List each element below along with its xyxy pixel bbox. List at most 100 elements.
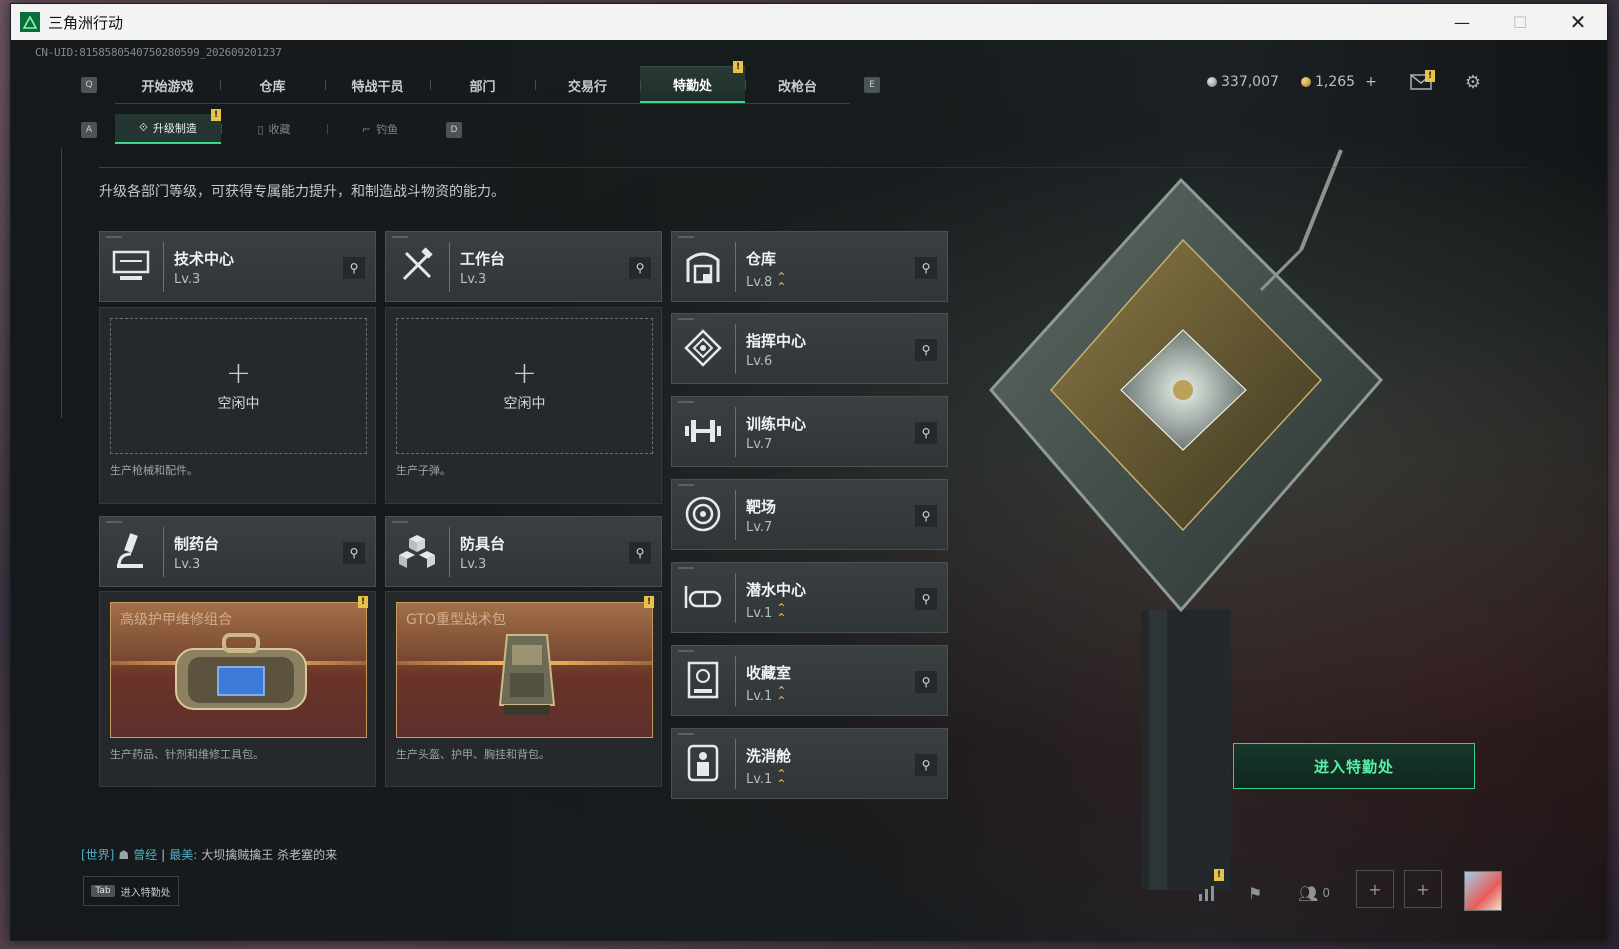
search-icon[interactable]: ⚲ [629, 542, 651, 564]
production-slot-panel: 高级护甲维修组合 ! 生产药品、针剂和维修工具包。 [99, 591, 376, 787]
search-icon[interactable]: ⚲ [915, 588, 937, 610]
minimize-button[interactable]: — [1433, 4, 1491, 40]
chat-separator: | [161, 847, 166, 862]
tab-special-ops[interactable]: 特勤处 ! [640, 61, 745, 104]
world-chat-line[interactable]: [世界] ☗ 曾经 | 最美: 大坝擒贼擒王 杀老塞的来 [81, 846, 337, 863]
tools-icon [396, 244, 438, 288]
facility-level-row: Lv.8 ⌃ ⌃ [746, 270, 787, 294]
card-separator [735, 573, 736, 623]
facility-level: Lv.7 [746, 520, 773, 535]
facility-level: Lv.3 [174, 557, 201, 572]
search-icon[interactable]: ⚲ [915, 671, 937, 693]
chat-sender-2: 最美: [169, 848, 198, 862]
friends-button[interactable]: 👥︎ 0 [1291, 878, 1337, 908]
close-button[interactable]: ✕ [1549, 4, 1607, 40]
add-slot-button[interactable]: + [1356, 870, 1394, 908]
plus-icon: + [511, 356, 538, 391]
facility-card-collection-room[interactable]: 收藏室 Lv.1 ⌃ ⌃ ⚲ [671, 645, 948, 716]
corner-mark [678, 484, 694, 486]
gold-coin-icon [1301, 77, 1311, 87]
nav-underline [115, 103, 850, 104]
facility-card-armor-bench[interactable]: 防具台 Lv.3 ⚲ [385, 516, 662, 587]
avatar[interactable] [1464, 871, 1502, 911]
search-icon[interactable]: ⚲ [915, 422, 937, 444]
enter-special-ops-button[interactable]: 进入特勤处 [1233, 743, 1475, 789]
facility-card-warehouse[interactable]: 仓库 Lv.8 ⌃ ⌃ ⚲ [671, 231, 948, 302]
warehouse-icon [682, 244, 724, 288]
tab-gunsmith[interactable]: 改枪台 [745, 66, 850, 104]
facility-level: Lv.3 [174, 272, 201, 287]
facility-level: Lv.3 [460, 557, 487, 572]
search-icon[interactable]: ⚲ [915, 754, 937, 776]
corner-mark [392, 236, 408, 238]
tab-hint[interactable]: Tab 进入特勤处 [83, 876, 179, 906]
gear-icon[interactable]: ⚙ [1461, 72, 1485, 93]
facility-name: 洗消舱 [746, 747, 792, 765]
add-currency-button[interactable]: + [1365, 74, 1377, 90]
sub-nav: ⟐ 升级制造 ! ▯ 收藏 ⌐ 钓鱼 [115, 109, 433, 144]
plus-icon: + [225, 356, 252, 391]
crafting-item-slot[interactable]: 高级护甲维修组合 [110, 602, 367, 738]
stats-icon[interactable] [1191, 878, 1223, 908]
facility-name: 指挥中心 [746, 332, 807, 350]
tab-operators[interactable]: 特战干员 [325, 66, 430, 104]
search-icon[interactable]: ⚲ [343, 257, 365, 279]
slot-status: 空闲中 [503, 396, 546, 412]
facility-level: Lv.6 [746, 354, 773, 369]
corner-mark [678, 401, 694, 403]
facility-name: 防具台 [460, 535, 506, 553]
search-icon[interactable]: ⚲ [915, 505, 937, 527]
facility-card-command-center[interactable]: 指挥中心 Lv.6 ⚲ [671, 313, 948, 384]
collection-icon: ▯ [257, 122, 264, 136]
subtab-badge: ! [211, 109, 221, 121]
collection-icon [682, 658, 724, 702]
corner-mark [106, 521, 122, 523]
facility-card-workbench[interactable]: 工作台 Lv.3 ⚲ [385, 231, 662, 302]
slot-note: 生产枪械和配件。 [110, 464, 198, 477]
slot-note: 生产药品、针剂和维修工具包。 [110, 748, 264, 761]
title-bar: 三角洲行动 — ☐ ✕ [11, 4, 1607, 40]
flag-icon[interactable]: ⚑ [1239, 878, 1271, 908]
nav-prev-key-hint: Q [81, 77, 97, 93]
tab-departments[interactable]: 部门 [430, 66, 535, 104]
card-separator [735, 656, 736, 706]
target-icon [682, 492, 724, 536]
goggles-icon [682, 575, 724, 619]
crafting-item-name: GTO重型战术包 [406, 612, 506, 628]
production-slot-panel: GTO重型战术包 ! 生产头盔、护甲、胸挂和背包。 [385, 591, 662, 787]
silver-coin-icon [1207, 77, 1217, 87]
upgrade-available-icon: ⌃ ⌃ [776, 684, 787, 708]
chat-avatar-icon: ☗ [118, 847, 130, 862]
tab-warehouse[interactable]: 仓库 [220, 66, 325, 104]
search-icon[interactable]: ⚲ [629, 257, 651, 279]
gold-amount: 1,265 [1315, 74, 1356, 90]
chat-channel: [世界] [81, 848, 115, 862]
facility-name: 训练中心 [746, 415, 807, 433]
search-icon[interactable]: ⚲ [915, 257, 937, 279]
upgrade-available-icon: ⌃ ⌃ [776, 767, 787, 791]
item-ready-badge: ! [644, 596, 654, 608]
empty-production-slot[interactable]: + 空闲中 [110, 318, 367, 454]
facility-card-shooting-range[interactable]: 靶场 Lv.7 ⚲ [671, 479, 948, 550]
search-icon[interactable]: ⚲ [343, 542, 365, 564]
search-icon[interactable]: ⚲ [915, 339, 937, 361]
facility-card-decontamination[interactable]: 洗消舱 Lv.1 ⌃ ⌃ ⚲ [671, 728, 948, 799]
crafting-item-slot[interactable]: GTO重型战术包 [396, 602, 653, 738]
subtab-upgrade-craft[interactable]: ⟐ 升级制造 ! [115, 109, 221, 144]
facility-card-training-center[interactable]: 训练中心 Lv.7 ⚲ [671, 396, 948, 467]
facility-level: Lv.7 [746, 437, 773, 452]
facility-card-diving-center[interactable]: 潜水中心 Lv.1 ⌃ ⌃ ⚲ [671, 562, 948, 633]
upgrade-available-icon: ⌃ ⌃ [776, 270, 787, 294]
card-separator [449, 527, 450, 577]
facility-card-pharmacy[interactable]: 制药台 Lv.3 ⚲ [99, 516, 376, 587]
tab-market[interactable]: 交易行 [535, 66, 640, 104]
gold-currency: 1,265 + [1301, 74, 1377, 90]
subtab-collection[interactable]: ▯ 收藏 [221, 114, 327, 144]
facility-card-tech-center[interactable]: 技术中心 Lv.3 ⚲ [99, 231, 376, 302]
maximize-button[interactable]: ☐ [1491, 4, 1549, 40]
tab-start-game[interactable]: 开始游戏 [115, 66, 220, 104]
nav-next-key-hint: E [864, 77, 880, 93]
subtab-fishing[interactable]: ⌐ 钓鱼 [327, 114, 433, 144]
empty-production-slot[interactable]: + 空闲中 [396, 318, 653, 454]
add-slot-button[interactable]: + [1404, 870, 1442, 908]
